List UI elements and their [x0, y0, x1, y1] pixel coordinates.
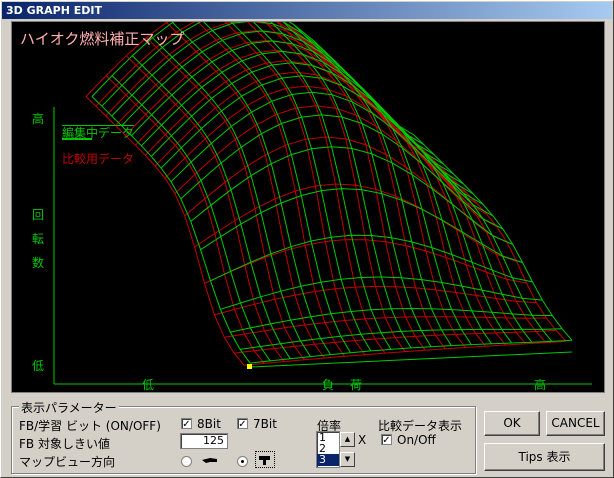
- view-direction-radio-1[interactable]: [181, 456, 192, 467]
- compare-onoff-label: On/Off: [397, 433, 436, 447]
- view-direction-label: マップビュー方向: [19, 455, 116, 469]
- legend-edit: 編集中データ: [62, 126, 135, 140]
- compare-checkbox[interactable]: ✓: [381, 434, 392, 446]
- compare-mesh-line: [125, 55, 285, 362]
- compare-label: 比較データ表示: [378, 419, 463, 433]
- title-bar: 3D GRAPH EDIT: [2, 2, 612, 19]
- edit-mesh-line: [252, 22, 392, 350]
- compare-mesh-line: [347, 80, 506, 346]
- graph-edit-window: 3D GRAPH EDIT ハイオク燃料補正マップ 編集中データ 比較用データ …: [0, 0, 614, 478]
- scale-x-label: X: [358, 433, 367, 447]
- y-axis-label-2: 転: [32, 232, 45, 246]
- fb-bit-label: FB/学習 ビット (ON/OFF): [19, 419, 161, 433]
- compare-mesh-line: [307, 40, 466, 348]
- x-axis-label-1: 負: [322, 378, 335, 392]
- edit-mesh-line: [210, 234, 533, 283]
- view-direction-focus: [255, 451, 275, 468]
- cursor-marker[interactable]: [247, 364, 252, 369]
- display-params-legend: 表示パラメーター: [19, 399, 119, 416]
- compare-mesh-line: [214, 285, 537, 316]
- edit-mesh-line: [111, 75, 271, 362]
- legend-compare: 比較用データ: [62, 152, 135, 166]
- scale-listbox[interactable]: 1 2 3: [316, 431, 340, 468]
- y-axis-label-3: 数: [32, 256, 45, 270]
- scale-up-button[interactable]: ▲: [340, 432, 355, 447]
- scale-down-button[interactable]: ▼: [340, 452, 355, 467]
- bit8-checkbox[interactable]: ✓: [181, 418, 192, 430]
- surface-mesh: [53, 22, 592, 385]
- threshold-input[interactable]: 125: [180, 433, 228, 449]
- cancel-button[interactable]: CANCEL: [546, 411, 605, 436]
- bit7-checkbox[interactable]: ✓: [237, 418, 248, 430]
- map-title: ハイオク燃料補正マップ: [20, 30, 185, 48]
- bit7-label: 7Bit: [253, 417, 277, 431]
- hand-pointer-down-icon: [259, 456, 270, 465]
- compare-mesh-line: [234, 329, 557, 354]
- bit8-label: 8Bit: [197, 417, 221, 431]
- tips-button[interactable]: Tips 表示: [484, 443, 605, 471]
- hand-pointer-icon: [202, 458, 217, 463]
- view-direction-radio-2[interactable]: [237, 456, 248, 467]
- graph-panel[interactable]: ハイオク燃料補正マップ 編集中データ 比較用データ 高 回 転 数 低 低 負 …: [11, 21, 605, 393]
- floor-front-edge: [249, 351, 573, 368]
- scale-option-3[interactable]: 3: [317, 454, 339, 466]
- edit-mesh-line: [282, 22, 432, 347]
- ok-button[interactable]: OK: [484, 411, 540, 436]
- compare-mesh-line: [243, 340, 567, 366]
- compare-mesh-line: [327, 59, 486, 347]
- edit-mesh-line: [150, 62, 474, 195]
- x-axis-low: 低: [142, 378, 155, 392]
- x-axis-label-2: 荷: [350, 378, 363, 392]
- y-axis-high: 高: [32, 112, 45, 126]
- compare-mesh-line: [286, 23, 446, 350]
- threshold-label: FB 対象しきい値: [19, 437, 110, 451]
- x-axis-high: 高: [534, 378, 547, 392]
- y-axis-label-1: 回: [32, 208, 45, 222]
- y-axis-low: 低: [32, 359, 45, 373]
- compare-mesh-line: [184, 136, 508, 243]
- compare-mesh-line: [276, 22, 426, 351]
- edit-mesh-line: [353, 80, 513, 344]
- compare-mesh-line: [105, 75, 265, 364]
